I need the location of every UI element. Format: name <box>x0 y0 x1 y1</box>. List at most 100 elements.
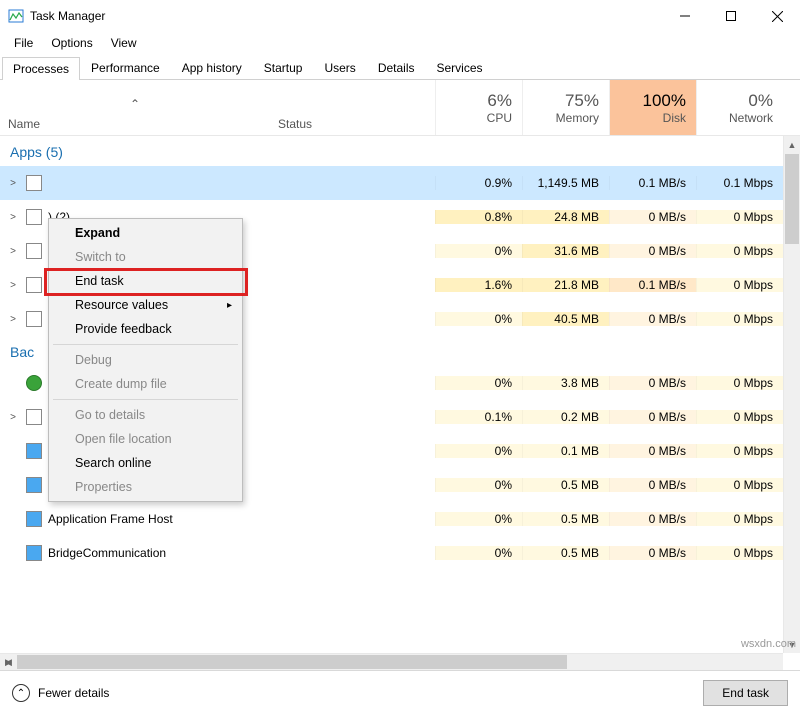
menu-item-debug: Debug <box>51 348 240 372</box>
cell-disk: 0.1 MB/s <box>609 278 696 292</box>
process-icon <box>26 243 42 259</box>
menu-item-expand[interactable]: Expand <box>51 221 240 245</box>
column-memory[interactable]: 75% Memory <box>522 80 609 135</box>
chevron-up-circle-icon: ⌃ <box>12 684 30 702</box>
cell-net: 0 Mbps <box>696 512 783 526</box>
column-disk[interactable]: 100% Disk <box>609 80 696 135</box>
tab-services[interactable]: Services <box>426 56 494 79</box>
menu-view[interactable]: View <box>103 34 145 52</box>
menu-item-provide-feedback[interactable]: Provide feedback <box>51 317 240 341</box>
menu-item-go-to-details: Go to details <box>51 403 240 427</box>
cell-cpu: 0% <box>435 376 522 390</box>
app-icon <box>8 8 24 24</box>
cell-cpu: 0% <box>435 546 522 560</box>
network-label: Network <box>729 111 773 125</box>
cell-disk: 0 MB/s <box>609 210 696 224</box>
expand-chevron-icon[interactable]: > <box>6 280 20 291</box>
group-header-apps[interactable]: Apps (5) <box>0 136 783 166</box>
cell-mem: 21.8 MB <box>522 278 609 292</box>
expand-chevron-icon[interactable]: > <box>6 246 20 257</box>
expand-chevron-icon[interactable]: > <box>6 314 20 325</box>
minimize-button[interactable] <box>662 0 708 32</box>
menu-item-resource-values[interactable]: Resource values▸ <box>51 293 240 317</box>
cell-cpu: 0% <box>435 478 522 492</box>
cell-net: 0 Mbps <box>696 312 783 326</box>
context-menu: ExpandSwitch toEnd taskResource values▸P… <box>48 218 243 502</box>
cell-mem: 0.5 MB <box>522 512 609 526</box>
cell-cpu: 0% <box>435 512 522 526</box>
vertical-scrollbar[interactable]: ▲ ▼ <box>783 136 800 653</box>
expand-chevron-icon[interactable]: > <box>6 212 20 223</box>
disk-pct: 100% <box>643 91 686 111</box>
menu-item-search-online[interactable]: Search online <box>51 451 240 475</box>
cell-mem: 0.5 MB <box>522 478 609 492</box>
column-name-label: Name <box>8 117 262 131</box>
scroll-right-icon[interactable]: ▶ <box>0 654 17 671</box>
cell-disk: 0 MB/s <box>609 244 696 258</box>
memory-pct: 75% <box>565 91 599 111</box>
scroll-thumb[interactable] <box>785 154 799 244</box>
close-button[interactable] <box>754 0 800 32</box>
table-row[interactable]: >0.9%1,149.5 MB0.1 MB/s0.1 Mbps <box>0 166 783 200</box>
menu-separator <box>53 399 238 400</box>
menubar: File Options View <box>0 32 800 54</box>
tab-processes[interactable]: Processes <box>2 57 80 80</box>
cell-net: 0 Mbps <box>696 376 783 390</box>
process-icon <box>26 209 42 225</box>
tab-app-history[interactable]: App history <box>171 56 253 79</box>
cell-cpu: 0.9% <box>435 176 522 190</box>
menu-separator <box>53 344 238 345</box>
menu-item-end-task[interactable]: End task <box>51 269 240 293</box>
cell-mem: 0.5 MB <box>522 546 609 560</box>
scroll-up-icon[interactable]: ▲ <box>784 136 800 153</box>
process-name: Application Frame Host <box>48 512 173 526</box>
cell-disk: 0 MB/s <box>609 512 696 526</box>
cell-disk: 0 MB/s <box>609 478 696 492</box>
process-icon <box>26 545 42 561</box>
tab-details[interactable]: Details <box>367 56 426 79</box>
menu-options[interactable]: Options <box>43 34 100 52</box>
cell-net: 0 Mbps <box>696 546 783 560</box>
column-headers: ⌃ Name Status 6% CPU 75% Memory 100% Dis… <box>0 80 800 136</box>
footer: ⌃ Fewer details End task <box>0 670 800 715</box>
column-status[interactable]: Status <box>270 80 435 135</box>
fewer-details-toggle[interactable]: ⌃ Fewer details <box>12 684 703 702</box>
cell-disk: 0 MB/s <box>609 376 696 390</box>
cell-net: 0 Mbps <box>696 478 783 492</box>
cell-net: 0.1 Mbps <box>696 176 783 190</box>
table-row[interactable]: Application Frame Host 0%0.5 MB0 MB/s0 Mb… <box>0 502 783 536</box>
horizontal-scrollbar[interactable]: ◀ ▶ <box>0 653 783 670</box>
table-row[interactable]: BridgeCommunication 0%0.5 MB0 MB/s0 Mbps <box>0 536 783 570</box>
menu-item-open-file-location: Open file location <box>51 427 240 451</box>
tab-users[interactable]: Users <box>313 56 366 79</box>
column-name[interactable]: ⌃ Name <box>0 80 270 135</box>
process-icon <box>26 277 42 293</box>
tabbar: Processes Performance App history Startu… <box>0 54 800 80</box>
task-manager-window: Task Manager File Options View Processes… <box>0 0 800 715</box>
tab-performance[interactable]: Performance <box>80 56 171 79</box>
process-icon <box>26 375 42 391</box>
expand-chevron-icon[interactable]: > <box>6 412 20 423</box>
hscroll-thumb[interactable] <box>17 655 567 669</box>
process-icon <box>26 311 42 327</box>
column-network[interactable]: 0% Network <box>696 80 783 135</box>
cell-mem: 3.8 MB <box>522 376 609 390</box>
process-icon <box>26 443 42 459</box>
cell-net: 0 Mbps <box>696 444 783 458</box>
group-header-background[interactable]: Bac <box>0 336 50 366</box>
process-icon <box>26 511 42 527</box>
end-task-button[interactable]: End task <box>703 680 788 706</box>
menu-file[interactable]: File <box>6 34 41 52</box>
tab-startup[interactable]: Startup <box>253 56 314 79</box>
cell-cpu: 0% <box>435 312 522 326</box>
cell-mem: 0.1 MB <box>522 444 609 458</box>
process-icon <box>26 175 42 191</box>
process-name: BridgeCommunication <box>48 546 166 560</box>
cell-disk: 0 MB/s <box>609 546 696 560</box>
column-cpu[interactable]: 6% CPU <box>435 80 522 135</box>
expand-chevron-icon[interactable]: > <box>6 178 20 189</box>
cell-mem: 40.5 MB <box>522 312 609 326</box>
cell-disk: 0.1 MB/s <box>609 176 696 190</box>
maximize-button[interactable] <box>708 0 754 32</box>
cell-cpu: 0% <box>435 444 522 458</box>
